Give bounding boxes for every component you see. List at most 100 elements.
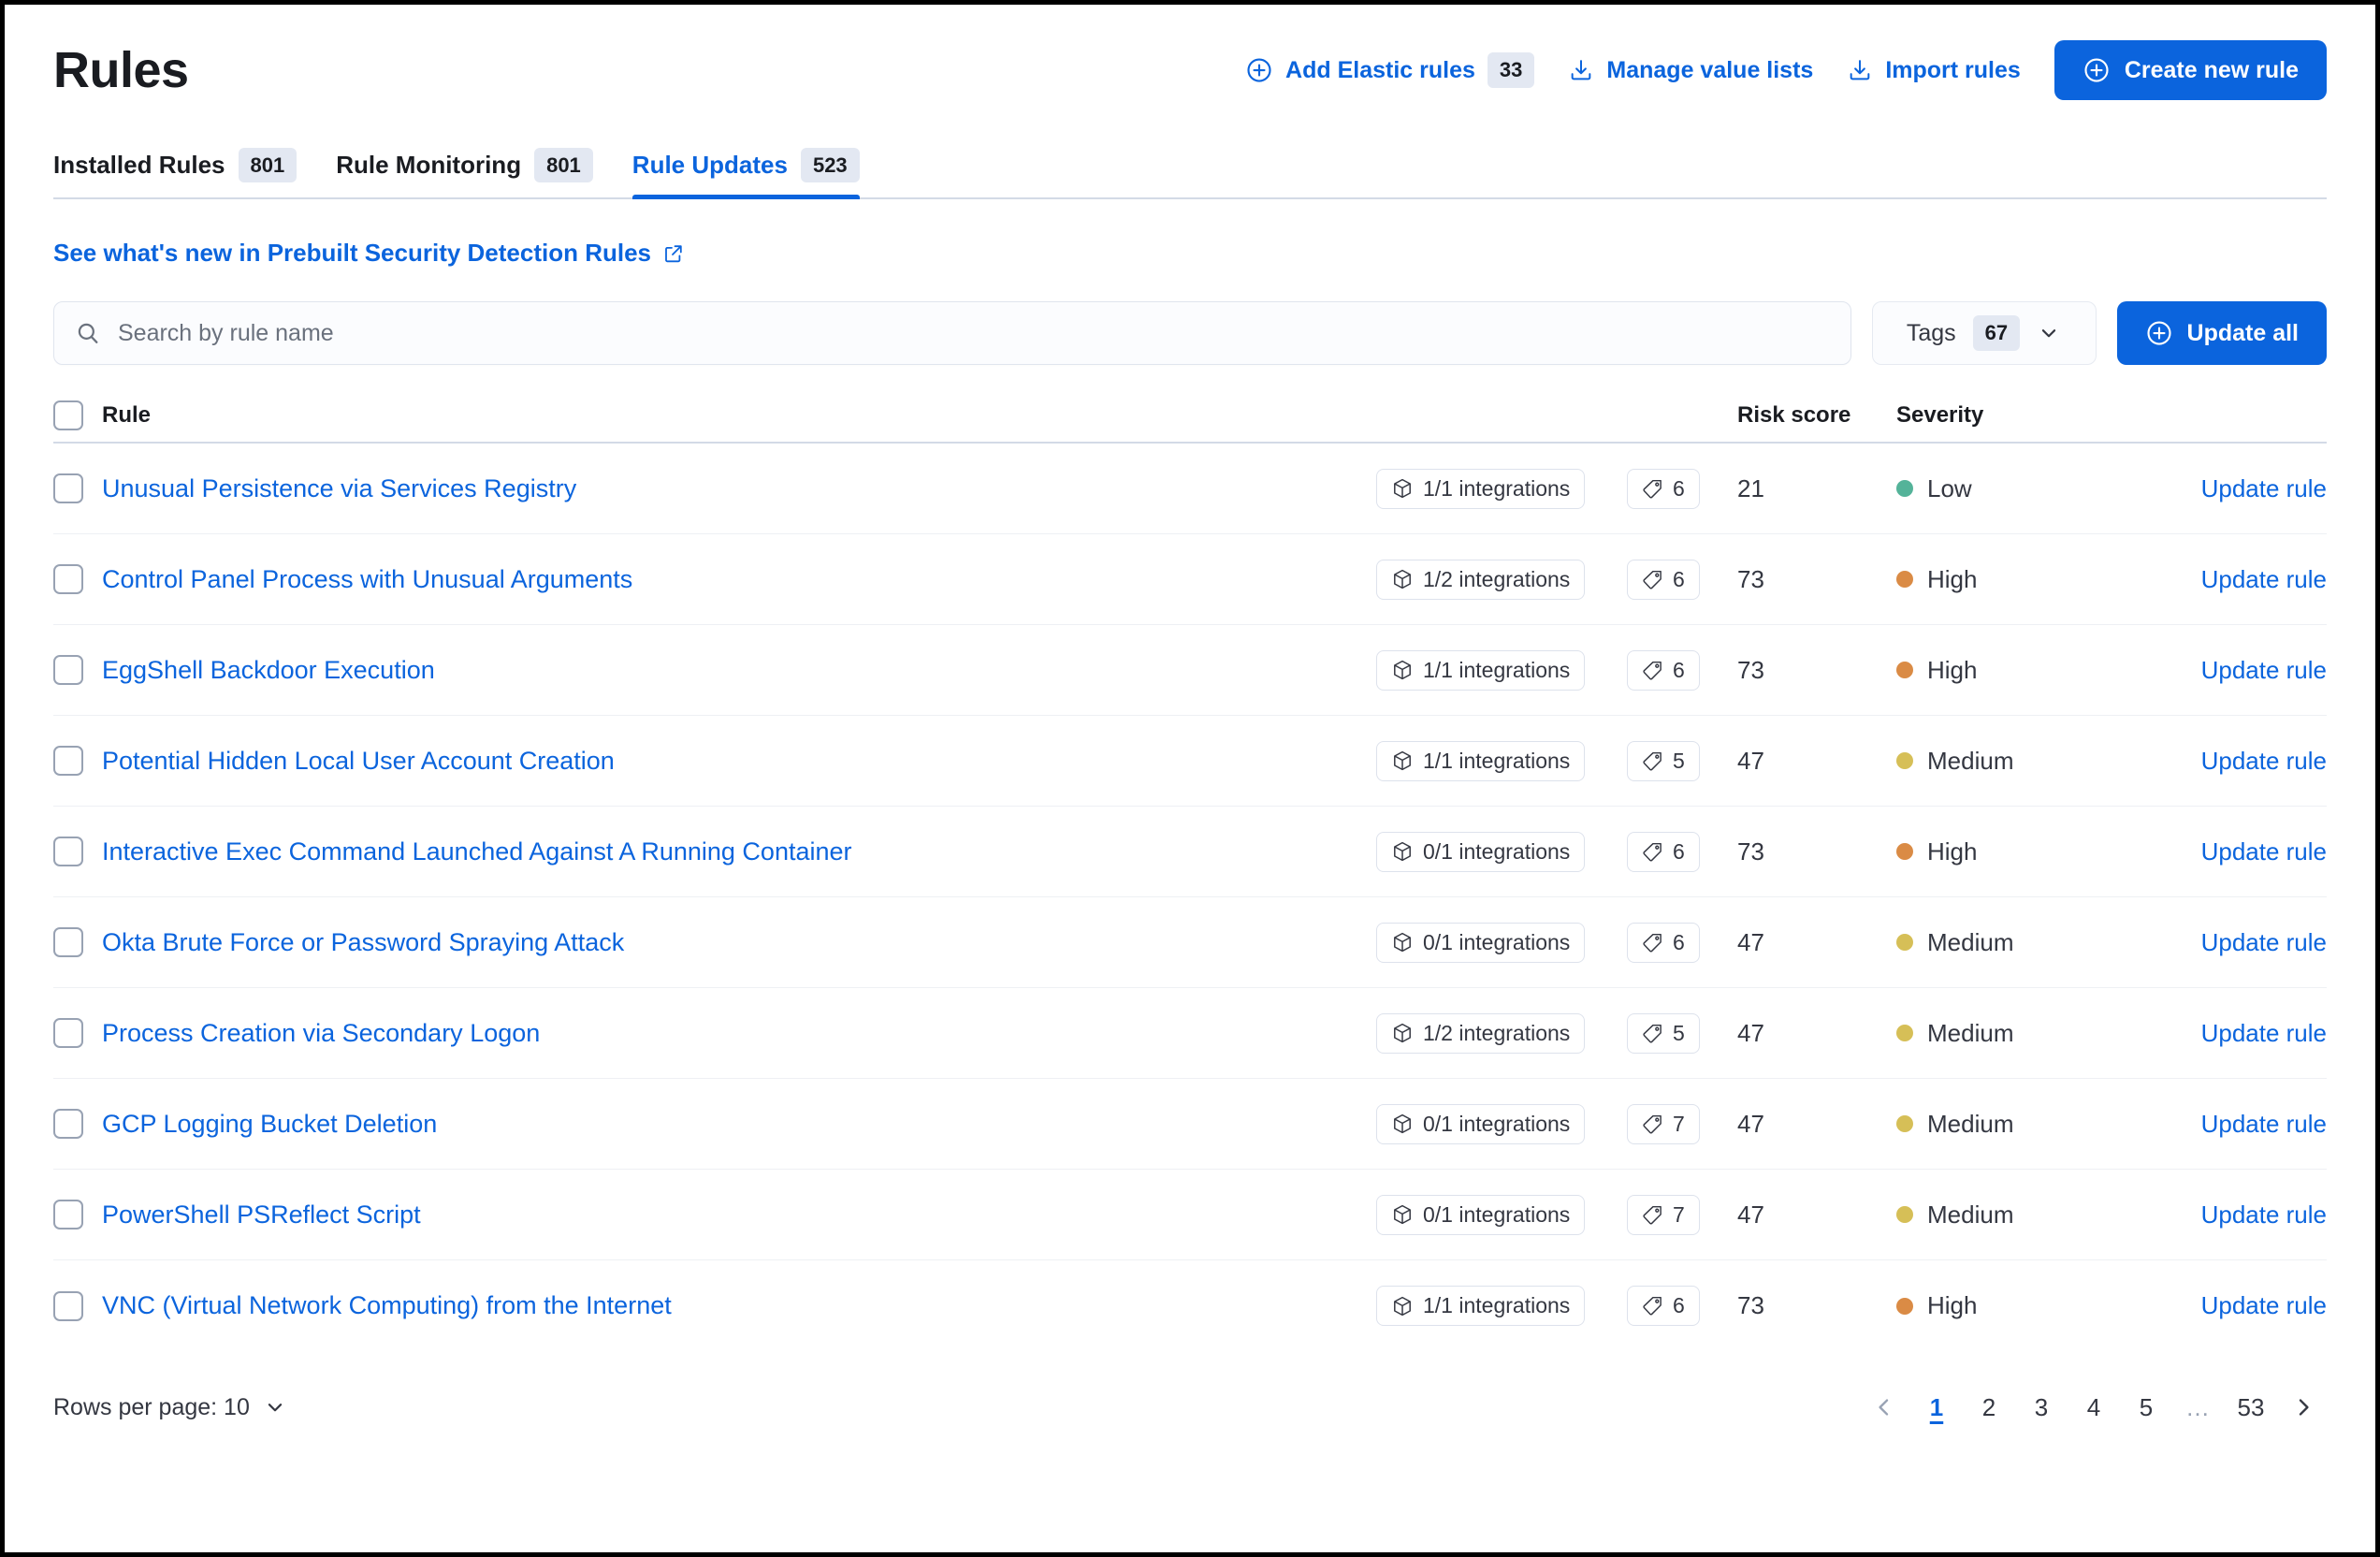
tags-badge[interactable]: 6 [1627, 831, 1700, 872]
row-checkbox[interactable] [53, 837, 83, 866]
risk-score-value: 73 [1737, 837, 1764, 866]
rule-name-link[interactable]: Okta Brute Force or Password Spraying At… [102, 928, 624, 956]
whats-new-label: See what's new in Prebuilt Security Dete… [53, 239, 652, 267]
rule-name-link[interactable]: Interactive Exec Command Launched Agains… [102, 837, 852, 866]
package-icon [1391, 477, 1414, 500]
update-rule-link[interactable]: Update rule [2201, 1291, 2327, 1319]
update-rule-link[interactable]: Update rule [2201, 474, 2327, 502]
pagination: 1 2 3 4 5 … 53 [1861, 1384, 2327, 1431]
integrations-badge[interactable]: 0/1 integrations [1376, 831, 1586, 872]
table-row: Potential Hidden Local User Account Crea… [53, 716, 2327, 807]
integrations-badge[interactable]: 1/2 integrations [1376, 1012, 1586, 1054]
table-row: GCP Logging Bucket Deletion 0/1 integrati… [53, 1079, 2327, 1170]
pagination-prev-button[interactable] [1861, 1384, 1908, 1431]
integrations-badge[interactable]: 0/1 integrations [1376, 1194, 1586, 1235]
tab-installed-rules[interactable]: Installed Rules 801 [53, 147, 298, 198]
row-action-cell: Update rule [2168, 747, 2327, 776]
rule-name-link[interactable]: Process Creation via Secondary Logon [102, 1019, 540, 1047]
tags-badge[interactable]: 7 [1627, 1194, 1700, 1235]
tags-badge[interactable]: 6 [1627, 468, 1700, 509]
integrations-cell: 0/1 integrations [1376, 1103, 1627, 1144]
rows-per-page-selector[interactable]: Rows per page: 10 [53, 1394, 287, 1421]
tab-rule-updates[interactable]: Rule Updates 523 [631, 147, 860, 199]
import-rules-button[interactable]: Import rules [1847, 56, 2021, 84]
search-box[interactable] [53, 301, 1851, 365]
rule-name-cell: Control Panel Process with Unusual Argum… [102, 565, 1376, 594]
tags-filter-label: Tags [1906, 319, 1956, 346]
rule-name-link[interactable]: EggShell Backdoor Execution [102, 656, 435, 684]
update-rule-link[interactable]: Update rule [2201, 747, 2327, 775]
row-checkbox[interactable] [53, 1018, 83, 1048]
rule-name-link[interactable]: Unusual Persistence via Services Registr… [102, 474, 576, 502]
integrations-label: 1/2 integrations [1423, 1020, 1571, 1045]
table-footer: Rows per page: 10 1 2 3 4 5 … 53 [53, 1377, 2327, 1437]
tags-badge[interactable]: 5 [1627, 740, 1700, 781]
update-rule-link[interactable]: Update rule [2201, 1200, 2327, 1229]
update-rule-link[interactable]: Update rule [2201, 837, 2327, 866]
tags-cell: 7 [1627, 1103, 1737, 1144]
row-select-cell [53, 1109, 102, 1139]
tags-count: 7 [1673, 1111, 1685, 1136]
integrations-label: 1/1 integrations [1423, 657, 1571, 682]
pagination-page-5[interactable]: 5 [2123, 1384, 2170, 1431]
severity-dot [1896, 571, 1913, 588]
update-all-button[interactable]: Update all [2116, 301, 2327, 365]
search-input[interactable] [118, 319, 1830, 347]
row-checkbox[interactable] [53, 655, 83, 685]
tags-badge[interactable]: 6 [1627, 922, 1700, 963]
tags-badge[interactable]: 6 [1627, 649, 1700, 691]
pagination-page-3[interactable]: 3 [2018, 1384, 2065, 1431]
risk-score-cell: 47 [1737, 747, 1896, 776]
update-rule-link[interactable]: Update rule [2201, 565, 2327, 593]
integrations-badge[interactable]: 1/1 integrations [1376, 740, 1586, 781]
rule-name-link[interactable]: VNC (Virtual Network Computing) from the… [102, 1291, 672, 1319]
integrations-badge[interactable]: 1/1 integrations [1376, 468, 1586, 509]
integrations-cell: 1/2 integrations [1376, 1012, 1627, 1054]
update-rule-link[interactable]: Update rule [2201, 928, 2327, 956]
integrations-badge[interactable]: 1/2 integrations [1376, 559, 1586, 600]
select-all-checkbox[interactable] [53, 400, 83, 430]
tags-filter-button[interactable]: Tags 67 [1871, 301, 2097, 365]
add-elastic-rules-button[interactable]: Add Elastic rules 33 [1245, 52, 1535, 88]
pagination-page-4[interactable]: 4 [2070, 1384, 2117, 1431]
pagination-page-1[interactable]: 1 [1913, 1384, 1960, 1431]
import-icon [1568, 57, 1594, 83]
row-checkbox[interactable] [53, 927, 83, 957]
tags-badge[interactable]: 6 [1627, 1286, 1700, 1326]
tags-badge[interactable]: 7 [1627, 1103, 1700, 1144]
integrations-badge[interactable]: 1/1 integrations [1376, 649, 1586, 691]
severity-dot [1896, 1206, 1913, 1223]
manage-value-lists-button[interactable]: Manage value lists [1568, 57, 1813, 84]
row-checkbox[interactable] [53, 1290, 83, 1321]
rule-name-link[interactable]: Control Panel Process with Unusual Argum… [102, 565, 632, 593]
update-rule-link[interactable]: Update rule [2201, 1110, 2327, 1138]
tab-rule-monitoring[interactable]: Rule Monitoring 801 [336, 147, 593, 198]
pagination-page-2[interactable]: 2 [1966, 1384, 2012, 1431]
whats-new-link[interactable]: See what's new in Prebuilt Security Dete… [53, 239, 685, 268]
row-checkbox[interactable] [53, 473, 83, 503]
integrations-cell: 1/1 integrations [1376, 468, 1627, 509]
row-checkbox[interactable] [53, 1109, 83, 1139]
create-new-rule-button[interactable]: Create new rule [2053, 40, 2327, 100]
pagination-page-53[interactable]: 53 [2228, 1384, 2274, 1431]
row-checkbox[interactable] [53, 1200, 83, 1230]
pagination-next-button[interactable] [2280, 1384, 2327, 1431]
tags-badge[interactable]: 5 [1627, 1012, 1700, 1054]
integrations-badge[interactable]: 0/1 integrations [1376, 1103, 1586, 1144]
row-checkbox[interactable] [53, 564, 83, 594]
import-rules-label: Import rules [1885, 56, 2021, 83]
package-icon [1391, 659, 1414, 681]
update-rule-link[interactable]: Update rule [2201, 1019, 2327, 1047]
severity-cell: Medium [1896, 1019, 2168, 1048]
table-row: EggShell Backdoor Execution 1/1 integrati… [53, 625, 2327, 716]
risk-score-cell: 21 [1737, 474, 1896, 503]
row-checkbox[interactable] [53, 746, 83, 776]
update-rule-link[interactable]: Update rule [2201, 656, 2327, 684]
integrations-badge[interactable]: 0/1 integrations [1376, 922, 1586, 963]
rule-name-link[interactable]: PowerShell PSReflect Script [102, 1200, 421, 1229]
tags-badge[interactable]: 6 [1627, 559, 1700, 600]
severity-cell: Medium [1896, 928, 2168, 957]
integrations-badge[interactable]: 1/1 integrations [1376, 1286, 1586, 1326]
rule-name-link[interactable]: GCP Logging Bucket Deletion [102, 1110, 437, 1138]
rule-name-link[interactable]: Potential Hidden Local User Account Crea… [102, 747, 615, 775]
